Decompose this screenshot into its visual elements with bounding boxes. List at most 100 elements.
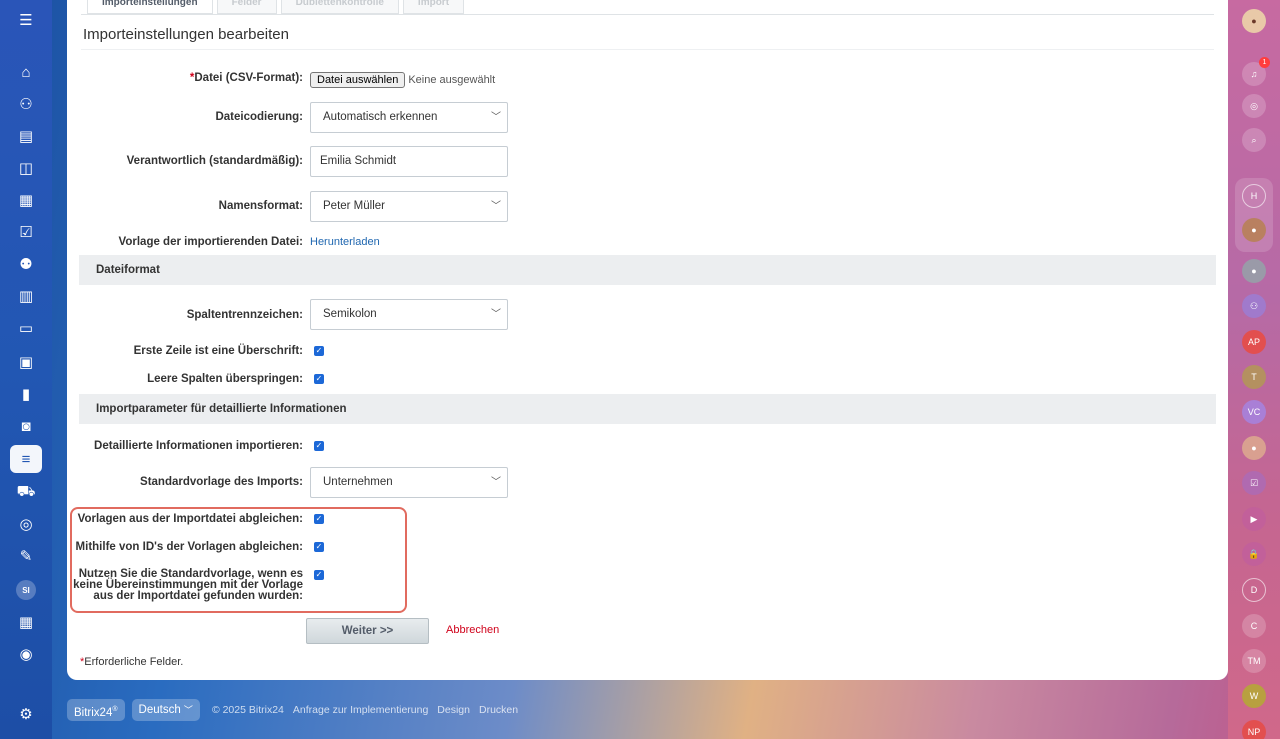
section-details: Importparameter für detaillierte Informa… [79, 394, 1216, 424]
avatar-h[interactable]: H [1242, 184, 1266, 208]
import-details-row: Detaillierte Informationen importieren: … [67, 440, 1228, 470]
match-ids-label: Mithilfe von ID's der Vorlagen abgleiche… [75, 541, 303, 553]
import-details-label: Detaillierte Informationen importieren: [94, 440, 303, 452]
footer: Bitrix24® Deutsch ﹀ © 2025 Bitrix24 Anfr… [67, 699, 518, 721]
menu-icon[interactable]: ☰ [10, 6, 42, 34]
home-icon[interactable]: ⌂ [10, 58, 42, 86]
avatar-ap[interactable]: AP [1242, 330, 1266, 354]
tabs-divider [81, 14, 1214, 15]
video-call-icon[interactable]: ▶ [1242, 507, 1266, 531]
avatar-photo-3[interactable]: ● [1242, 436, 1266, 460]
board-icon[interactable]: ▣ [10, 348, 42, 376]
group-chat-icon[interactable]: ⚇ [1242, 294, 1266, 318]
avatar-vc[interactable]: VC [1242, 400, 1266, 424]
download-template-link[interactable]: Herunterladen [310, 236, 380, 248]
copyright: © 2025 Bitrix24 [211, 704, 284, 716]
tab-fields[interactable]: Felder [216, 0, 277, 14]
docs-icon[interactable]: ▥ [10, 282, 42, 310]
import-details-checkbox[interactable]: ✓ [314, 441, 324, 451]
tasks-icon[interactable]: ☑ [10, 218, 42, 246]
footer-link-design[interactable]: Design [437, 704, 470, 716]
match-ids-checkbox[interactable]: ✓ [314, 542, 324, 552]
use-default-checkbox[interactable]: ✓ [314, 570, 324, 580]
avatar-initials: W [1249, 691, 1259, 701]
chevron-down-icon: ﹀ [491, 112, 501, 123]
avatar-np[interactable]: NP [1242, 720, 1266, 739]
responsible-row: Verantwortlich (standardmäßig): Emilia S… [67, 146, 1228, 177]
encoding-select[interactable]: Automatisch erkennen ﹀ [310, 102, 508, 133]
title-divider [81, 49, 1214, 50]
avatar-initials: D [1250, 585, 1258, 595]
settings-gear-icon[interactable]: ⚙ [10, 700, 42, 728]
file-label-text: Datei (CSV-Format): [194, 72, 303, 84]
nameformat-select[interactable]: Peter Müller ﹀ [310, 191, 508, 222]
user-avatar[interactable]: ● [1242, 9, 1266, 33]
file-row: *Datei (CSV-Format): Datei auswählen Kein… [67, 72, 1228, 102]
sign-icon[interactable]: ✎ [10, 542, 42, 570]
task-chat-icon[interactable]: ☑ [1242, 471, 1266, 495]
analytics-icon[interactable]: ▮ [10, 380, 42, 408]
next-button[interactable]: Weiter >> [306, 618, 429, 644]
required-note-text: Erforderliche Felder. [84, 656, 184, 668]
match-templates-checkbox[interactable]: ✓ [314, 514, 324, 524]
avatar-c[interactable]: C [1242, 614, 1266, 638]
file-status: Keine ausgewählt [408, 74, 496, 86]
target-icon[interactable]: ◎ [10, 510, 42, 538]
chevron-down-icon: ﹀ [491, 477, 501, 488]
default-template-value: Unternehmen [323, 476, 393, 488]
notification-badge: 1 [1259, 57, 1270, 68]
language-value: Deutsch [138, 704, 181, 716]
search-chat-icon[interactable]: ⌕ [1242, 128, 1266, 152]
import-settings-panel: Importeinstellungen Felder Dublettenkont… [67, 0, 1228, 680]
collab-icon[interactable]: ⚇ [10, 90, 42, 118]
crm-funnel-icon[interactable]: ≡ [10, 445, 42, 473]
booking-icon[interactable]: ▦ [10, 608, 42, 636]
avatar-initials: AP [1247, 337, 1260, 347]
tab-import[interactable]: Import [402, 0, 465, 14]
default-template-row: Standardvorlage des Imports: Unternehmen… [67, 467, 1228, 498]
skip-empty-checkbox[interactable]: ✓ [314, 374, 324, 384]
robot-icon[interactable]: ◙ [10, 412, 42, 440]
avatar-initials: T [1251, 372, 1257, 382]
avatar-si[interactable]: SI [16, 580, 36, 600]
lock-icon[interactable]: 🔒 [1242, 542, 1266, 566]
chevron-down-icon: ﹀ [491, 201, 501, 212]
avatar-tm[interactable]: TM [1242, 649, 1266, 673]
nameformat-label: Namensformat: [218, 200, 303, 212]
separator-select[interactable]: Semikolon ﹀ [310, 299, 508, 330]
footer-link-print[interactable]: Drucken [479, 704, 518, 716]
import-tabs: Importeinstellungen Felder Dublettenkont… [87, 0, 465, 14]
language-select[interactable]: Deutsch ﹀ [131, 699, 200, 721]
contacts-icon[interactable]: ⚉ [10, 250, 42, 278]
bitrix24-brand-button[interactable]: Bitrix24® [67, 699, 125, 721]
copilot-icon[interactable]: ◎ [1242, 94, 1266, 118]
calendar-icon[interactable]: ▦ [10, 186, 42, 214]
bell-icon[interactable]: ♫ 1 [1242, 57, 1270, 86]
choose-file-button[interactable]: Datei auswählen [310, 72, 406, 88]
default-template-select[interactable]: Unternehmen ﹀ [310, 467, 508, 498]
feed-icon[interactable]: ▤ [10, 122, 42, 150]
section-fileformat: Dateiformat [79, 255, 1216, 285]
separator-value: Semikolon [323, 308, 377, 320]
brand-sup: ® [112, 706, 118, 713]
shop-cart-icon[interactable]: ⛟ [10, 478, 42, 506]
avatar-d[interactable]: D [1242, 578, 1266, 602]
footer-link-implementation[interactable]: Anfrage zur Implementierung [293, 704, 428, 716]
header-checkbox[interactable]: ✓ [314, 346, 324, 356]
responsible-input[interactable]: Emilia Schmidt [310, 146, 508, 177]
drive-icon[interactable]: ▭ [10, 314, 42, 342]
avatar-t[interactable]: T [1242, 365, 1266, 389]
chat-icon[interactable]: ◫ [10, 154, 42, 182]
page-title: Importeinstellungen bearbeiten [83, 26, 289, 43]
avatar-photo-2[interactable]: ● [1242, 259, 1266, 283]
match-templates-label: Vorlagen aus der Importdatei abgleichen: [77, 513, 303, 525]
cancel-link[interactable]: Abbrechen [446, 624, 499, 636]
avatar-initials: VC [1247, 407, 1261, 417]
avatar-w[interactable]: W [1242, 684, 1266, 708]
avatar-photo[interactable]: ● [1242, 218, 1266, 242]
tab-import-settings[interactable]: Importeinstellungen [87, 0, 213, 14]
tab-duplicate-control[interactable]: Dublettenkontrolle [280, 0, 399, 14]
avatar-initials: H [1250, 191, 1258, 201]
use-default-row: Nutzen Sie die Standardvorlage, wenn es … [67, 568, 1228, 605]
support-icon[interactable]: ◉ [10, 640, 42, 668]
